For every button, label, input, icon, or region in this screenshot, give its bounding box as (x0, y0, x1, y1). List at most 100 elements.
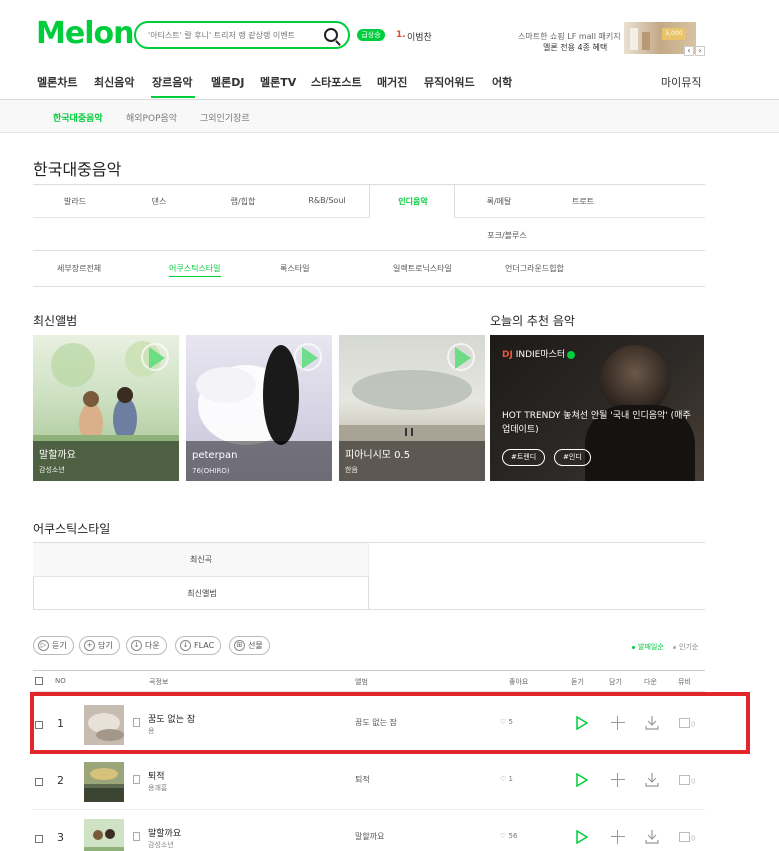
tag-trendy[interactable]: #트렌디 (502, 449, 546, 466)
nav-my-music[interactable]: 마이뮤직 (661, 74, 701, 90)
genre-indie[interactable]: 인디음악 (373, 196, 453, 207)
genre-rnb[interactable]: R&B/Soul (287, 196, 367, 205)
music-video-icon[interactable]: 0 (679, 775, 695, 785)
song-title[interactable]: 말할까요 (148, 826, 181, 839)
play-icon: ▷ (38, 640, 49, 651)
subtab-foreign-pop[interactable]: 해외POP음악 (126, 111, 177, 124)
music-video-icon[interactable]: 0 (679, 832, 695, 842)
download-button[interactable]: ↓ 다운 (126, 636, 167, 655)
nav-language[interactable]: 어학 (492, 74, 512, 90)
detail-tab-electronic[interactable]: 일렉트로닉스타일 (393, 263, 452, 274)
listen-button[interactable]: ▷ 듣기 (33, 636, 74, 655)
nav-melon-chart[interactable]: 멜론차트 (37, 74, 77, 90)
sort-dot-icon (673, 645, 676, 649)
add-to-playlist-icon[interactable] (611, 830, 625, 844)
rising-keyword[interactable]: 이범찬 (407, 30, 432, 43)
album-title[interactable]: 말할까요 (39, 446, 76, 461)
detail-tab-underground[interactable]: 언더그라운드힙합 (505, 263, 564, 274)
sort-release-date[interactable]: 발매일순 (632, 642, 664, 652)
song-thumbnail[interactable] (84, 762, 124, 802)
play-icon[interactable] (576, 773, 588, 787)
gift-icon: ⊞ (234, 640, 245, 651)
dj-name-text: INDIE마스터 (515, 350, 566, 360)
select-all-checkbox[interactable] (35, 677, 43, 685)
add-to-playlist-icon[interactable] (611, 773, 625, 787)
dj-name[interactable]: DJ INDIE마스터 (502, 347, 576, 360)
album-card[interactable]: peterpan 76(OHIRO) (186, 335, 332, 481)
song-album[interactable]: 말할까요 (355, 831, 384, 842)
acoustic-tab-latest-songs[interactable]: 최신곡 (33, 543, 369, 576)
song-artist[interactable]: 감성소년 (148, 840, 174, 850)
listen-label: 듣기 (52, 641, 67, 650)
row-checkbox[interactable] (35, 778, 43, 786)
detail-tab-rock[interactable]: 록스타일 (280, 263, 309, 274)
recommend-title: 오늘의 추천 음악 (490, 314, 575, 328)
row-checkbox[interactable] (35, 835, 43, 843)
table-row[interactable]: 3 말할까요 감성소년 말할까요 ♡ 56 0 (33, 811, 705, 851)
download-icon[interactable] (645, 772, 659, 787)
recommend-card[interactable]: DJ INDIE마스터 HOT TRENDY 놓쳐선 안될 '국내 인디음악' … (490, 335, 704, 481)
ad-prev-button[interactable]: ‹ (684, 46, 694, 56)
heart-icon: ♡ (500, 775, 509, 783)
download-icon[interactable] (645, 829, 659, 844)
gift-button[interactable]: ⊞ 선물 (229, 636, 270, 655)
nav-starpost[interactable]: 스타포스트 (311, 74, 362, 90)
nav-magazine[interactable]: 매거진 (377, 74, 407, 90)
ad-text-line1[interactable]: 스마트한 쇼핑 LF mall 패키지 (518, 31, 621, 42)
nav-melon-tv[interactable]: 멜론TV (260, 74, 296, 90)
flac-button[interactable]: ↓ FLAC (175, 636, 222, 655)
genre-ballad[interactable]: 발라드 (35, 196, 115, 207)
album-artist[interactable]: 한음 (345, 465, 358, 475)
genre-rock[interactable]: 록/메탈 (459, 196, 539, 207)
nav-melon-dj[interactable]: 멜론DJ (211, 74, 244, 90)
rising-badge: 급상승 (357, 29, 385, 41)
detail-tab-acoustic[interactable]: 어쿠스틱스타일 (169, 263, 221, 277)
sort-popularity[interactable]: 인기순 (673, 642, 698, 652)
detail-tab-all[interactable]: 세부장르전체 (57, 263, 101, 274)
play-triangle-icon (455, 347, 471, 369)
ad-text-line2[interactable]: 멜론 전용 4종 혜택 (543, 42, 607, 53)
nav-latest-music[interactable]: 최신음악 (94, 74, 134, 90)
like-button[interactable]: ♡ 56 (500, 832, 517, 840)
genre-dance[interactable]: 댄스 (119, 196, 199, 207)
table-row[interactable]: 2 퇴적 용괘흠 퇴적 ♡ 1 0 (33, 754, 705, 810)
genre-trot[interactable]: 트로트 (543, 196, 623, 207)
search-box[interactable] (134, 21, 350, 49)
album-title[interactable]: 피아니시모 0.5 (345, 446, 410, 461)
album-artist[interactable]: 76(OHIRO) (192, 467, 230, 475)
song-artist[interactable]: 용괘흠 (148, 783, 167, 793)
like-count: 56 (508, 832, 518, 840)
melon-logo[interactable]: Melon (36, 16, 134, 51)
th-listen: 듣기 (571, 678, 584, 686)
search-icon[interactable] (324, 28, 338, 42)
album-title[interactable]: peterpan (192, 450, 238, 461)
album-overlay (186, 441, 332, 481)
ad-next-button[interactable]: › (695, 46, 705, 56)
like-count: 1 (508, 775, 513, 783)
recommend-desc[interactable]: HOT TRENDY 놓쳐선 안될 '국내 인디음악' (매주 업데이트) (502, 409, 698, 437)
song-info-icon[interactable] (133, 832, 140, 841)
add-button[interactable]: + 담기 (79, 636, 120, 655)
song-album[interactable]: 퇴적 (355, 774, 370, 785)
genre-subtabs: 한국대중음악 해외POP음악 그외인기장르 (0, 100, 779, 133)
rank-number: 1. (396, 30, 406, 40)
song-info-icon[interactable] (133, 775, 140, 784)
song-title[interactable]: 퇴적 (148, 769, 165, 782)
genre-hiphop[interactable]: 랩/힙합 (203, 196, 283, 207)
nav-music-awards[interactable]: 뮤직어워드 (424, 74, 475, 90)
subtab-korean-pop[interactable]: 한국대중음악 (53, 111, 103, 124)
search-input[interactable] (148, 27, 318, 43)
like-button[interactable]: ♡ 1 (500, 775, 513, 783)
subtab-other-genres[interactable]: 그외인기장르 (200, 111, 250, 124)
album-card[interactable]: 말할까요 감성소년 (33, 335, 179, 481)
genre-folk[interactable]: 포크/블루스 (467, 230, 547, 241)
sort-release-label: 발매일순 (638, 643, 664, 651)
acoustic-tab-latest-albums[interactable]: 최신앨범 (33, 576, 369, 610)
song-thumbnail[interactable] (84, 819, 124, 851)
acoustic-tab-label: 최신앨범 (187, 589, 217, 598)
album-card[interactable]: 피아니시모 0.5 한음 (339, 335, 485, 481)
play-icon[interactable] (576, 830, 588, 844)
album-artist[interactable]: 감성소년 (39, 465, 65, 475)
nav-genre-music[interactable]: 장르음악 (152, 74, 192, 90)
tag-indie[interactable]: #인디 (554, 449, 591, 466)
